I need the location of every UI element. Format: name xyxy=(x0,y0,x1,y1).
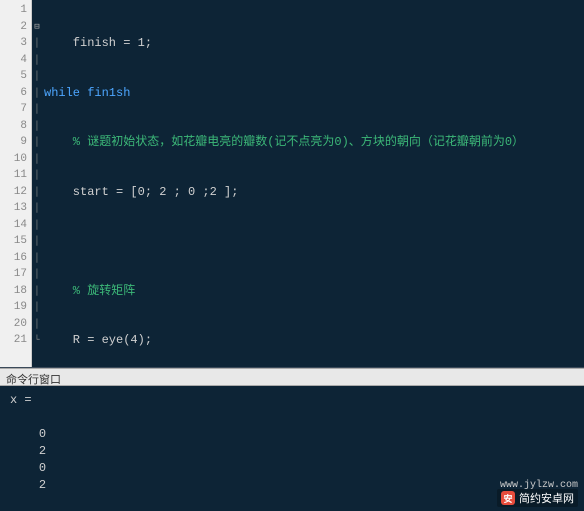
line-number: 21 xyxy=(0,332,27,349)
line-number: 17 xyxy=(0,266,27,283)
line-number: 16 xyxy=(0,250,27,267)
line-number-gutter: 1 2 3 4 5 6 7 8 9 10 11 12 13 14 15 16 1… xyxy=(0,0,32,367)
code-line xyxy=(44,233,578,250)
console-value: 2 xyxy=(39,478,46,492)
code-editor[interactable]: 1 2 3 4 5 6 7 8 9 10 11 12 13 14 15 16 1… xyxy=(0,0,584,368)
line-number: 2 xyxy=(0,19,27,36)
fold-toggle-icon[interactable]: ⊟ xyxy=(32,19,42,36)
line-number: 18 xyxy=(0,283,27,300)
line-number: 10 xyxy=(0,151,27,168)
code-line: start = [0; 2 ; 0 ;2 ]; xyxy=(44,184,578,201)
line-number: 8 xyxy=(0,118,27,135)
line-number: 15 xyxy=(0,233,27,250)
line-number: 3 xyxy=(0,35,27,52)
console-title-bar: 命令行窗口 xyxy=(0,368,584,386)
console-title: 命令行窗口 xyxy=(6,375,61,387)
fold-column: ⊟ │ │ │ │ │ │ │ │ │ │ │ │ │ │ │ │ │ │ └ xyxy=(32,0,42,367)
line-number: 14 xyxy=(0,217,27,234)
console-var-name: x = xyxy=(10,393,32,407)
line-number: 12 xyxy=(0,184,27,201)
console-value: 0 xyxy=(39,461,46,475)
code-line: while fin1sh xyxy=(44,85,578,102)
line-number: 9 xyxy=(0,134,27,151)
code-content[interactable]: finish = 1; while fin1sh % 谜题初始状态，如花瓣电亮的… xyxy=(42,0,584,367)
code-line-comment: % 谜题初始状态，如花瓣电亮的瓣数(记不点亮为0)、方块的朝向（记花瓣朝前为0） xyxy=(44,134,578,151)
code-line: finish = 1; xyxy=(44,35,578,52)
line-number: 11 xyxy=(0,167,27,184)
line-number: 5 xyxy=(0,68,27,85)
android-icon: 安 xyxy=(501,491,515,505)
console-value: 0 xyxy=(39,427,46,441)
code-line: R = eye(4); xyxy=(44,332,578,349)
line-number: 6 xyxy=(0,85,27,102)
line-number: 13 xyxy=(0,200,27,217)
brand-name: 简约安卓网 xyxy=(519,490,574,506)
line-number: 7 xyxy=(0,101,27,118)
console-value: 2 xyxy=(39,444,46,458)
watermark-brand: 安 简约安卓网 xyxy=(497,489,578,507)
line-number: 1 xyxy=(0,2,27,19)
line-number: 20 xyxy=(0,316,27,333)
line-number: 19 xyxy=(0,299,27,316)
code-line-comment: % 旋转矩阵 xyxy=(44,283,578,300)
line-number: 4 xyxy=(0,52,27,69)
